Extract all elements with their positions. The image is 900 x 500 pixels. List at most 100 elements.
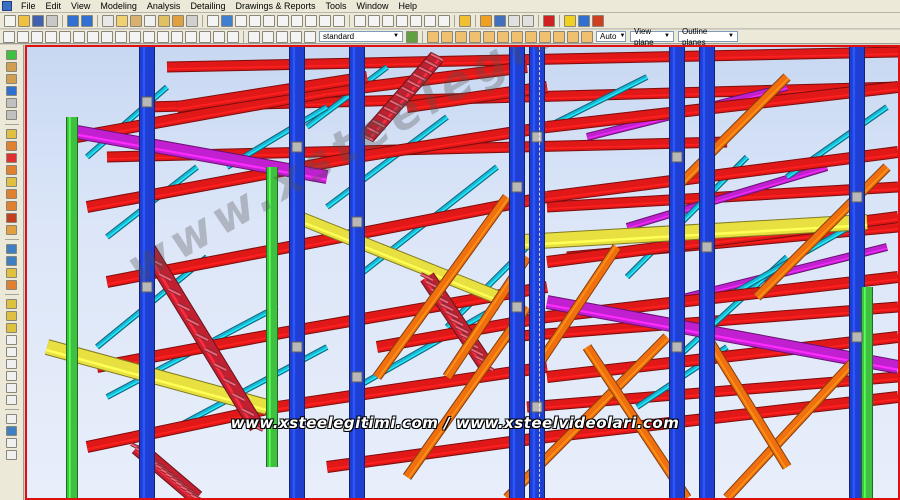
connection-plate[interactable]	[351, 216, 363, 228]
connection-plate[interactable]	[671, 151, 683, 163]
connection-plate[interactable]	[851, 331, 863, 343]
fly-icon[interactable]	[333, 14, 345, 27]
create-fitting-icon[interactable]	[6, 244, 17, 254]
select-cast-units-icon[interactable]	[304, 30, 316, 43]
create-beam-icon[interactable]	[6, 86, 17, 96]
select-surface-icon[interactable]	[199, 30, 211, 43]
zoom-icon[interactable]	[221, 14, 233, 27]
view-icon[interactable]	[207, 14, 219, 27]
snap-center-icon[interactable]	[497, 30, 509, 43]
add-point-on-plane-icon[interactable]	[6, 323, 17, 333]
create-strip-footing-icon[interactable]	[6, 74, 17, 84]
redraw-icon[interactable]	[319, 14, 331, 27]
menu-drawings-reports[interactable]: Drawings & Reports	[230, 0, 320, 12]
menu-edit[interactable]: Edit	[41, 0, 67, 12]
select-planes-icon[interactable]	[129, 30, 141, 43]
outline-planes-combo[interactable]: Outline planes ▼	[678, 27, 738, 47]
connection-plate[interactable]	[351, 371, 363, 383]
print-icon[interactable]	[46, 14, 58, 27]
add-reference-model-icon[interactable]	[6, 371, 17, 381]
create-orthogonal-beam-icon[interactable]	[6, 201, 17, 211]
create-contour-plate-icon[interactable]	[6, 189, 17, 199]
rotate-icon[interactable]	[186, 14, 198, 27]
create-polybeam-icon[interactable]	[6, 153, 17, 163]
create-steel-column-icon[interactable]	[6, 129, 17, 139]
menu-window[interactable]: Window	[352, 0, 394, 12]
select-points-icon[interactable]	[31, 30, 43, 43]
connection-plate[interactable]	[511, 181, 523, 193]
add-gridline-icon[interactable]	[6, 359, 17, 369]
connection-plate[interactable]	[511, 301, 523, 313]
drawing-list-icon[interactable]	[480, 14, 492, 27]
menu-help[interactable]: Help	[394, 0, 423, 12]
menu-detailing[interactable]: Detailing	[185, 0, 230, 12]
select-loads-icon[interactable]	[157, 30, 169, 43]
macro-icon[interactable]	[564, 14, 576, 27]
create-column-icon[interactable]	[6, 50, 17, 60]
select-detail-icon[interactable]	[227, 30, 239, 43]
workplane-view-icon[interactable]	[6, 438, 17, 448]
pan-icon[interactable]	[249, 14, 261, 27]
select-views-icon[interactable]	[87, 30, 99, 43]
zoom-previous-icon[interactable]	[291, 14, 303, 27]
beam[interactable]	[276, 362, 548, 412]
connection-plate[interactable]	[531, 131, 543, 143]
app-icon[interactable]	[2, 1, 12, 11]
select-components-icon[interactable]	[115, 30, 127, 43]
catalog-icon[interactable]	[522, 14, 534, 27]
snap-midpoint-icon[interactable]	[511, 30, 523, 43]
filter-settings-icon[interactable]	[406, 30, 418, 43]
add-point-icon[interactable]	[6, 299, 17, 309]
select-connection-icon[interactable]	[213, 30, 225, 43]
report-icon[interactable]	[494, 14, 506, 27]
copy-icon[interactable]	[116, 14, 128, 27]
create-steel-beam-icon[interactable]	[6, 141, 17, 151]
create-polygon-cut-icon[interactable]	[6, 268, 17, 278]
add-construction-circle-icon[interactable]	[6, 395, 17, 405]
create-view-icon[interactable]	[6, 426, 17, 436]
brace-diagonal[interactable]	[724, 344, 870, 498]
connection-plate[interactable]	[291, 341, 303, 353]
select-object-icon[interactable]	[185, 30, 197, 43]
create-twin-profile-icon[interactable]	[6, 177, 17, 187]
redo-icon[interactable]	[81, 14, 93, 27]
settings-icon[interactable]	[592, 14, 604, 27]
create-slab-icon[interactable]	[6, 98, 17, 108]
snap-geometry-lines-icon[interactable]	[441, 30, 453, 43]
menu-file[interactable]: File	[16, 0, 41, 12]
select-cuts-icon[interactable]	[73, 30, 85, 43]
add-grid-icon[interactable]	[6, 347, 17, 357]
workplane-icon[interactable]	[368, 14, 380, 27]
create-welds-icon[interactable]	[6, 225, 17, 235]
snap-nearest-icon[interactable]	[455, 30, 467, 43]
snap-points-icon[interactable]	[469, 30, 481, 43]
create-bolts-icon[interactable]	[6, 213, 17, 223]
view-properties-icon[interactable]	[6, 414, 17, 424]
clip-plane-icon[interactable]	[305, 14, 317, 27]
select-parts-icon[interactable]	[17, 30, 29, 43]
snap-intersection-icon[interactable]	[525, 30, 537, 43]
select-nested-icon[interactable]	[276, 30, 288, 43]
snap-perpendicular-icon[interactable]	[539, 30, 551, 43]
measure-icon[interactable]	[382, 14, 394, 27]
select-filter-icon[interactable]	[248, 30, 260, 43]
new-model-icon[interactable]	[4, 14, 16, 27]
grid-icon[interactable]	[354, 14, 366, 27]
create-pad-footing-icon[interactable]	[6, 62, 17, 72]
phase-icon[interactable]	[578, 14, 590, 27]
snap-depth-combo[interactable]: Auto ▼	[596, 31, 626, 42]
open-model-icon[interactable]	[18, 14, 30, 27]
connection-plate[interactable]	[671, 341, 683, 353]
snap-line-extension-icon[interactable]	[553, 30, 565, 43]
snap-any-position-icon[interactable]	[567, 30, 579, 43]
snap-reference-lines-icon[interactable]	[427, 30, 439, 43]
select-icon[interactable]	[424, 14, 436, 27]
select-grids-icon[interactable]	[45, 30, 57, 43]
select-component-objects-icon[interactable]	[262, 30, 274, 43]
move-icon[interactable]	[158, 14, 170, 27]
create-part-cut-icon[interactable]	[6, 280, 17, 290]
undo-icon[interactable]	[67, 14, 79, 27]
assembly-icon[interactable]	[438, 14, 450, 27]
create-line-cut-icon[interactable]	[6, 256, 17, 266]
snap-free-icon[interactable]	[581, 30, 593, 43]
